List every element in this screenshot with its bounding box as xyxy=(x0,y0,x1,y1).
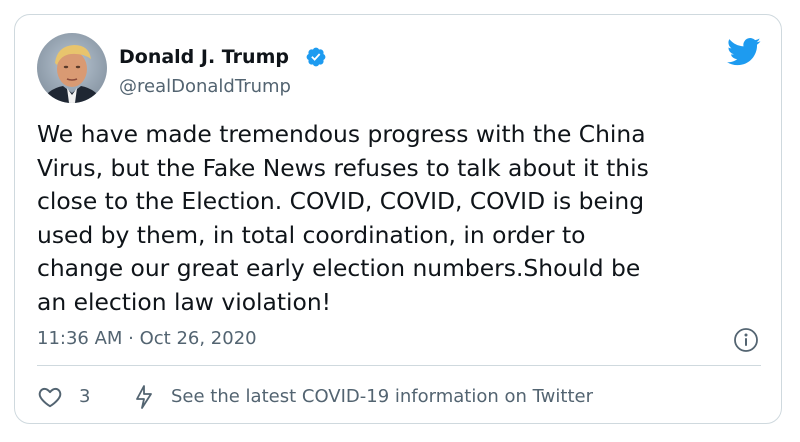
tweet-text: We have made tremendous progress with th… xyxy=(37,120,649,316)
covid-info-text: See the latest COVID-19 information on T… xyxy=(171,386,593,407)
divider xyxy=(37,365,761,366)
author-name[interactable]: Donald J. Trump xyxy=(119,45,289,69)
tweet-card: Donald J. Trump @realDonaldTrump We have… xyxy=(14,14,782,424)
tweet-timestamp[interactable]: 11:36 AM · Oct 26, 2020 xyxy=(37,327,257,351)
lightning-bolt-icon xyxy=(136,385,152,409)
like-button[interactable]: 3 xyxy=(37,384,90,410)
avatar-image xyxy=(37,33,107,103)
twitter-bird-icon[interactable] xyxy=(727,37,761,67)
verified-badge-icon xyxy=(306,47,326,67)
avatar[interactable] xyxy=(37,33,107,103)
covid-info-link[interactable]: See the latest COVID-19 information on T… xyxy=(133,384,593,410)
author-handle[interactable]: @realDonaldTrump xyxy=(119,75,291,99)
heart-icon xyxy=(38,387,62,408)
info-icon[interactable] xyxy=(733,327,759,353)
like-count: 3 xyxy=(79,386,91,407)
